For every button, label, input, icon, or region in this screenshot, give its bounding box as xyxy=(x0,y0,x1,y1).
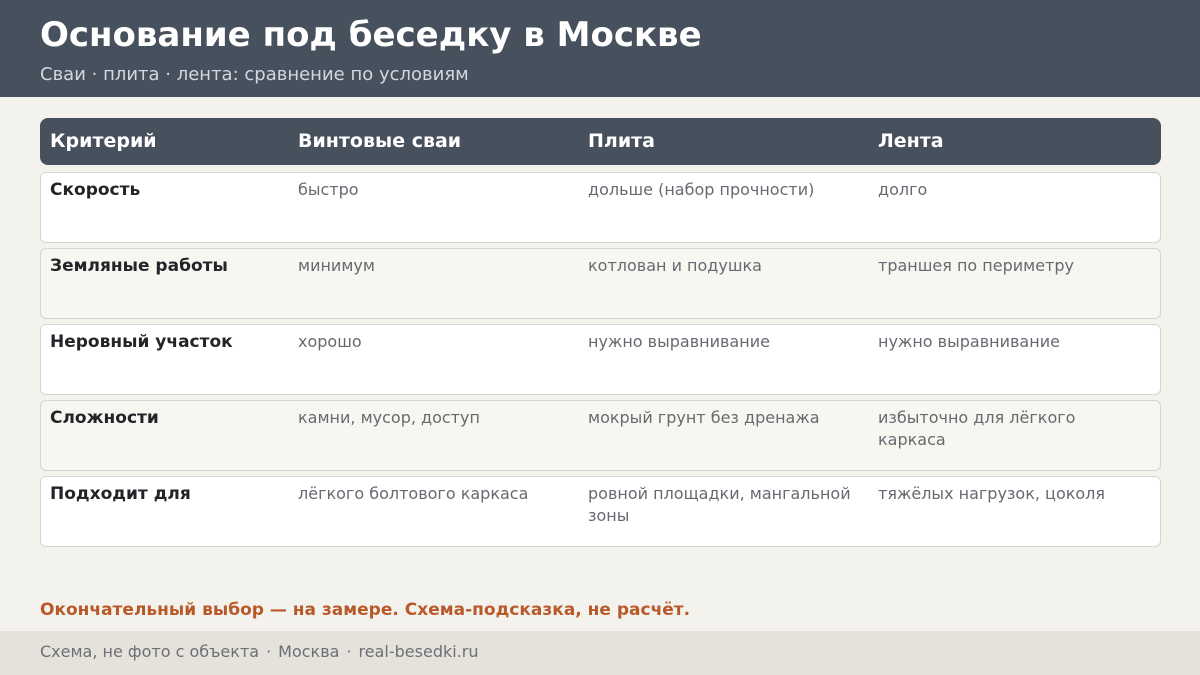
row-criterion: Неровный участок xyxy=(50,332,233,352)
cell-screw-piles: быстро xyxy=(298,180,359,199)
footer-text: Схема, не фото с объекта · Москва · real-bes… xyxy=(40,642,479,661)
footer-city: Москва xyxy=(278,642,340,661)
cell-slab: мокрый грунт без дренажа xyxy=(588,408,820,427)
footer-separator: · xyxy=(266,642,272,661)
cell-slab: нужно выравнивание xyxy=(588,332,770,351)
cell-strip: избыточно для лёгкого каркаса xyxy=(878,408,1076,449)
table-row: Земляные работы минимум котлован и подуш… xyxy=(40,248,1161,319)
column-header-criterion: Критерий xyxy=(50,130,157,152)
row-criterion: Скорость xyxy=(50,180,141,200)
page-subtitle: Сваи · плита · лента: сравнение по услов… xyxy=(40,64,469,85)
table-header: Критерий Винтовые сваи Плита Лента xyxy=(40,118,1161,165)
page-footer: Схема, не фото с объекта · Москва · real-bes… xyxy=(0,631,1200,675)
cell-screw-piles: лёгкого болтового каркаса xyxy=(298,484,529,503)
row-criterion: Земляные работы xyxy=(50,256,228,276)
cell-strip: долго xyxy=(878,180,928,199)
row-criterion: Сложности xyxy=(50,408,159,428)
cell-slab: котлован и подушка xyxy=(588,256,762,275)
cell-screw-piles: камни, мусор, доступ xyxy=(298,408,480,427)
table-row: Сложности камни, мусор, доступ мокрый гр… xyxy=(40,400,1161,471)
footer-caption: Схема, не фото с объекта xyxy=(40,642,260,661)
column-header-slab: Плита xyxy=(588,130,655,152)
row-criterion: Подходит для xyxy=(50,484,191,504)
table-row: Неровный участок хорошо нужно выравниван… xyxy=(40,324,1161,395)
cell-screw-piles: хорошо xyxy=(298,332,362,351)
page-title: Основание под беседку в Москве xyxy=(40,15,702,55)
cell-screw-piles: минимум xyxy=(298,256,375,275)
page-header: Основание под беседку в Москве Сваи · пл… xyxy=(0,0,1200,97)
column-header-strip: Лента xyxy=(878,130,944,152)
cell-slab: ровной площадки, мангальной зоны xyxy=(588,484,851,525)
table-row: Подходит для лёгкого болтового каркаса р… xyxy=(40,476,1161,547)
disclaimer-note: Окончательный выбор — на замере. Схема-п… xyxy=(40,600,691,620)
cell-strip: тяжёлых нагрузок, цоколя xyxy=(878,484,1106,503)
column-header-screw-piles: Винтовые сваи xyxy=(298,130,462,152)
table-row: Скорость быстро дольше (набор прочности)… xyxy=(40,172,1161,243)
footer-separator: · xyxy=(346,642,352,661)
footer-site-link[interactable]: real-besedki.ru xyxy=(359,642,479,661)
cell-strip: нужно выравнивание xyxy=(878,332,1060,351)
cell-slab: дольше (набор прочности) xyxy=(588,180,815,199)
cell-strip: траншея по периметру xyxy=(878,256,1074,275)
